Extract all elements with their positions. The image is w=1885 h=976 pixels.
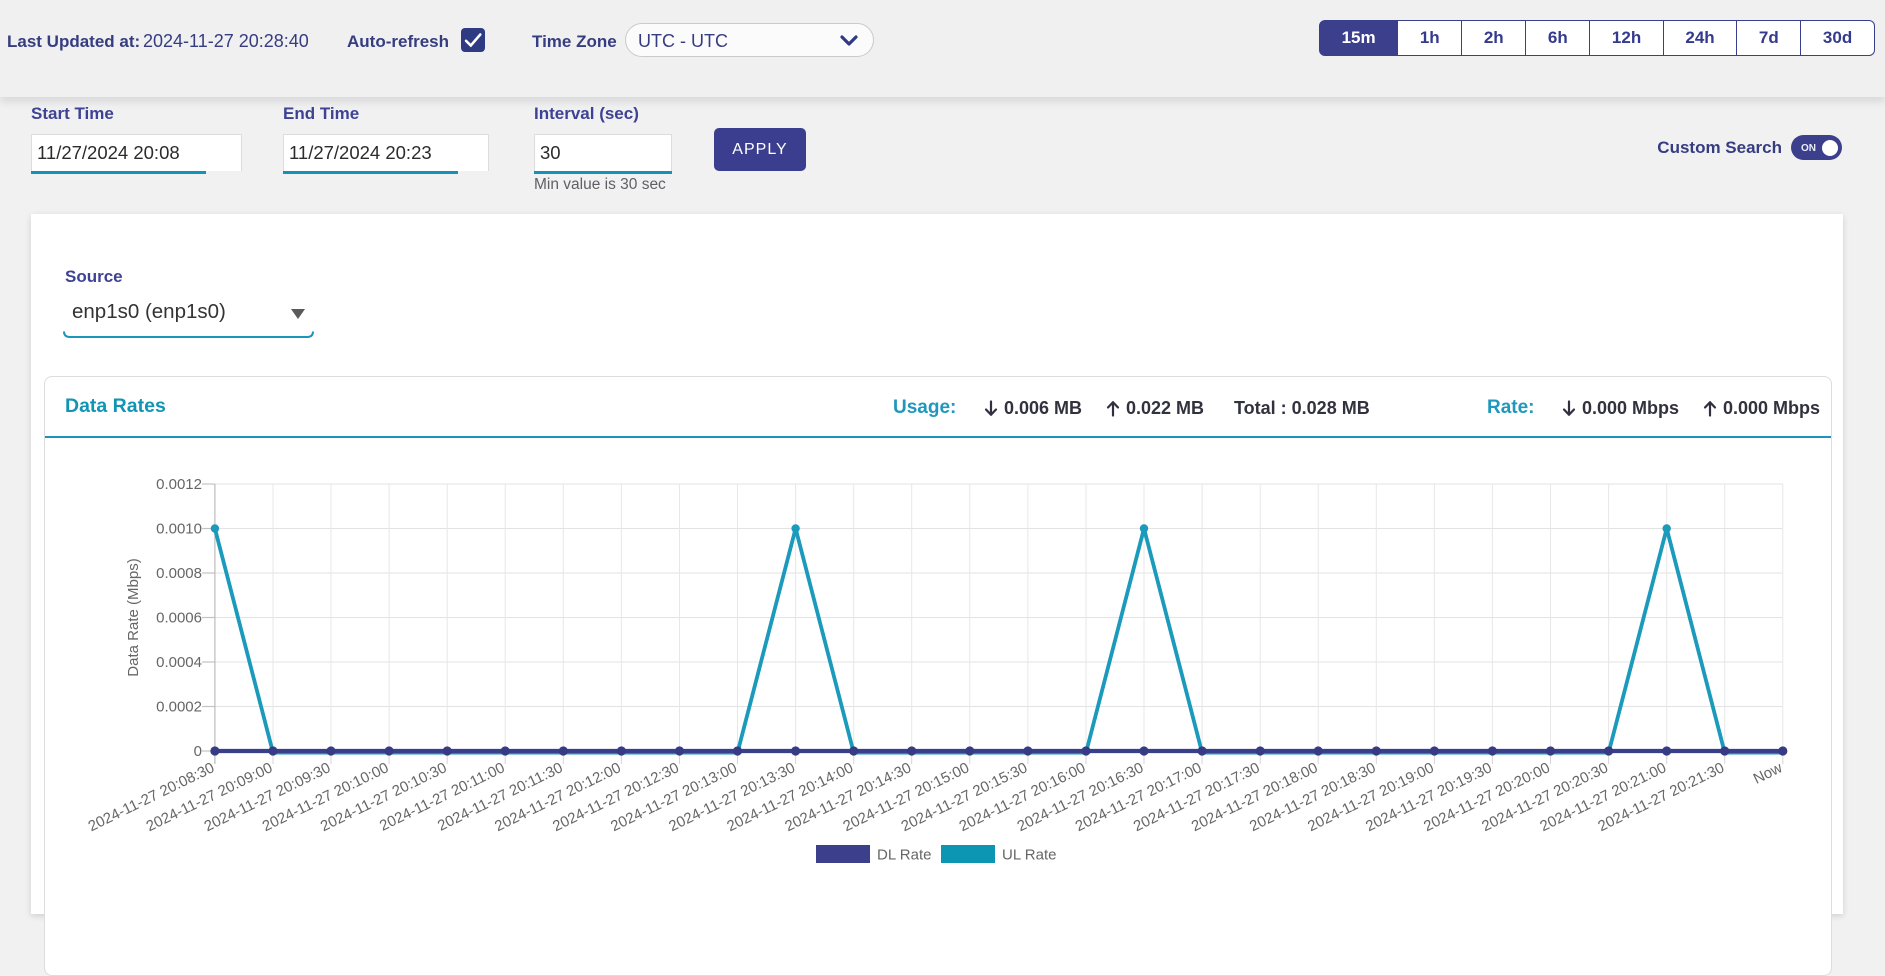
svg-text:Data Rate (Mbps): Data Rate (Mbps) [125,558,142,676]
svg-text:UL Rate: UL Rate [1002,847,1056,864]
svg-text:0.0008: 0.0008 [156,565,202,582]
svg-text:Now: Now [1751,759,1786,788]
svg-text:0.0002: 0.0002 [156,699,202,716]
svg-text:0.0010: 0.0010 [156,521,202,538]
svg-text:0.0006: 0.0006 [156,610,202,627]
svg-text:0.0004: 0.0004 [156,654,202,671]
svg-text:DL Rate: DL Rate [877,847,931,864]
svg-text:0: 0 [194,743,202,760]
svg-text:0.0012: 0.0012 [156,476,202,493]
